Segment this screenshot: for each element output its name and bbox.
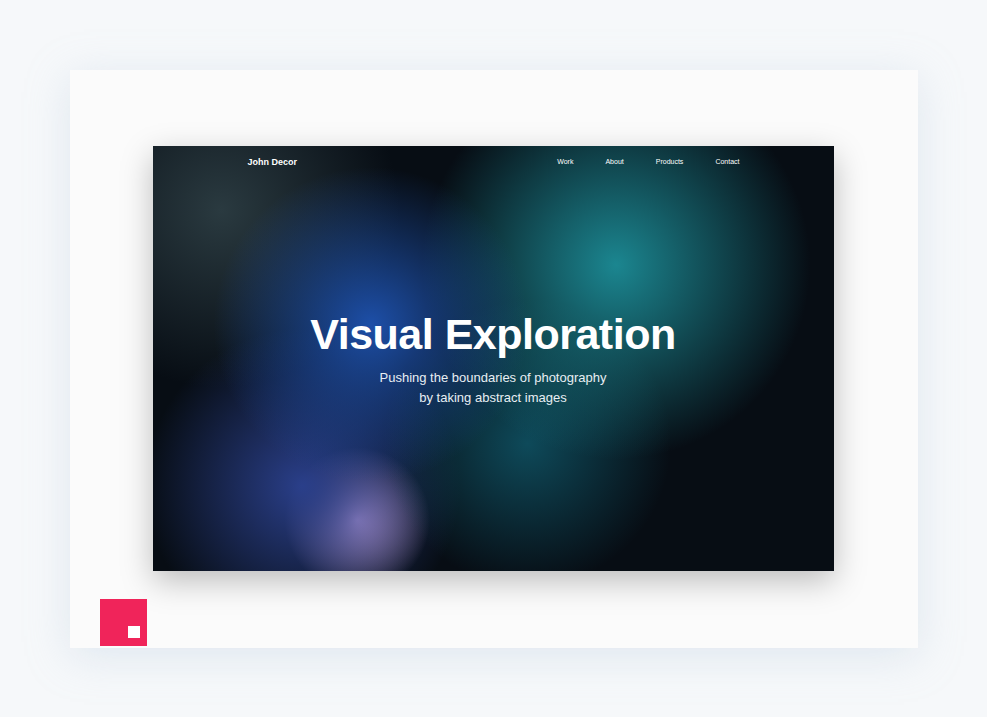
- shot-panel: John Decor Work About Products Contact Visual…: [70, 70, 918, 648]
- page: John Decor Work About Products Contact Visual…: [0, 0, 987, 717]
- hero-subtitle: Pushing the boundaries of photographyby …: [380, 368, 607, 408]
- hero: Visual Exploration Pushing the boundaries…: [153, 311, 834, 408]
- studio-logo-icon: [100, 599, 147, 646]
- nav-link[interactable]: Products: [656, 157, 684, 168]
- subtitle-line: by taking abstract images: [419, 388, 566, 408]
- site-nav: John Decor Work About Products Contact: [153, 146, 834, 176]
- nav-links: Work About Products Contact: [557, 157, 739, 168]
- subtitle-line: Pushing the boundaries of photography: [380, 368, 607, 388]
- nav-link[interactable]: Work: [557, 157, 573, 168]
- nav-link[interactable]: About: [605, 157, 623, 168]
- brand-logo[interactable]: John Decor: [248, 156, 298, 170]
- nav-link[interactable]: Contact: [715, 157, 739, 168]
- website-card: John Decor Work About Products Contact Visual…: [153, 146, 834, 571]
- hero-title: Visual Exploration: [310, 311, 675, 358]
